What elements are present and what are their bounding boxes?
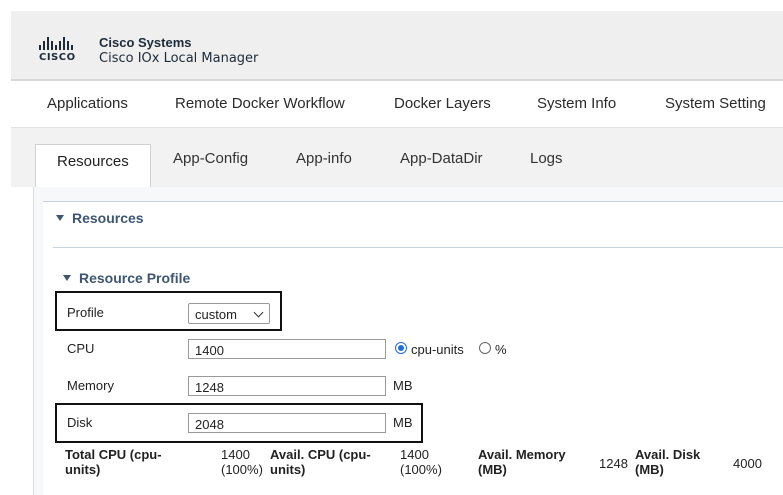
cpu-input[interactable]: 1400 — [188, 339, 386, 359]
section-divider — [53, 247, 783, 248]
avail-disk-value: 4000 — [733, 456, 762, 471]
chevron-down-icon — [253, 307, 264, 318]
disk-input[interactable]: 2048 — [188, 413, 386, 433]
tab-app-config[interactable]: App-Config — [173, 150, 248, 167]
total-cpu-value: 1400 (100%) — [221, 447, 263, 477]
total-cpu-label: Total CPU (cpu-units) — [65, 447, 162, 477]
disk-label: Disk — [67, 415, 93, 430]
nav-system-info[interactable]: System Info — [537, 95, 616, 112]
product-name: Cisco IOx Local Manager — [99, 51, 259, 66]
cpu-label: CPU — [67, 341, 95, 356]
avail-memory-label: Avail. Memory (MB) — [478, 447, 566, 477]
main-nav: Applications Remote Docker Workflow Dock… — [11, 81, 783, 128]
collapse-triangle-icon — [63, 275, 71, 281]
cpu-units-radio[interactable] — [395, 342, 407, 354]
profile-select-value: custom — [195, 307, 237, 322]
cisco-logo: CISCO — [39, 36, 91, 66]
memory-input[interactable]: 1248 — [188, 376, 386, 396]
resources-section-toggle[interactable]: Resources — [56, 210, 144, 226]
resources-panel: Resources Resource Profile Profile custo… — [43, 201, 783, 495]
cisco-logo-bars-icon — [39, 36, 91, 50]
disk-unit: MB — [393, 415, 413, 430]
avail-disk-label: Avail. Disk (MB) — [635, 447, 701, 477]
resource-profile-toggle[interactable]: Resource Profile — [63, 270, 190, 286]
profile-select[interactable]: custom — [188, 303, 270, 324]
tab-resources[interactable]: Resources — [35, 144, 151, 188]
profile-label: Profile — [67, 305, 104, 320]
memory-unit: MB — [393, 378, 413, 393]
company-name: Cisco Systems — [99, 35, 192, 50]
memory-label: Memory — [67, 378, 114, 393]
tab-content: Resources Resource Profile Profile custo… — [33, 187, 783, 495]
nav-system-setting[interactable]: System Setting — [665, 95, 766, 112]
cpu-percent-radio-label: % — [495, 342, 507, 357]
nav-remote-docker-workflow[interactable]: Remote Docker Workflow — [175, 95, 345, 112]
resources-section-title: Resources — [72, 210, 144, 226]
avail-cpu-value: 1400 (100%) — [400, 447, 442, 477]
cpu-percent-radio[interactable] — [479, 342, 491, 354]
tab-logs[interactable]: Logs — [530, 150, 563, 167]
app-tabs: Resources App-Config App-info App-DataDi… — [11, 128, 783, 188]
tab-app-info[interactable]: App-info — [296, 150, 352, 167]
left-gutter — [0, 0, 11, 495]
cpu-units-radio-label: cpu-units — [411, 342, 464, 357]
nav-applications[interactable]: Applications — [47, 95, 128, 112]
logo-wordmark: CISCO — [39, 52, 76, 63]
nav-docker-layers[interactable]: Docker Layers — [394, 95, 491, 112]
resource-profile-title: Resource Profile — [79, 270, 191, 286]
collapse-triangle-icon — [56, 215, 64, 221]
app-header: CISCO Cisco Systems Cisco IOx Local Mana… — [11, 11, 783, 81]
avail-cpu-label: Avail. CPU (cpu-units) — [270, 447, 371, 477]
avail-memory-value: 1248 — [599, 456, 628, 471]
tab-app-datadir[interactable]: App-DataDir — [400, 150, 483, 167]
